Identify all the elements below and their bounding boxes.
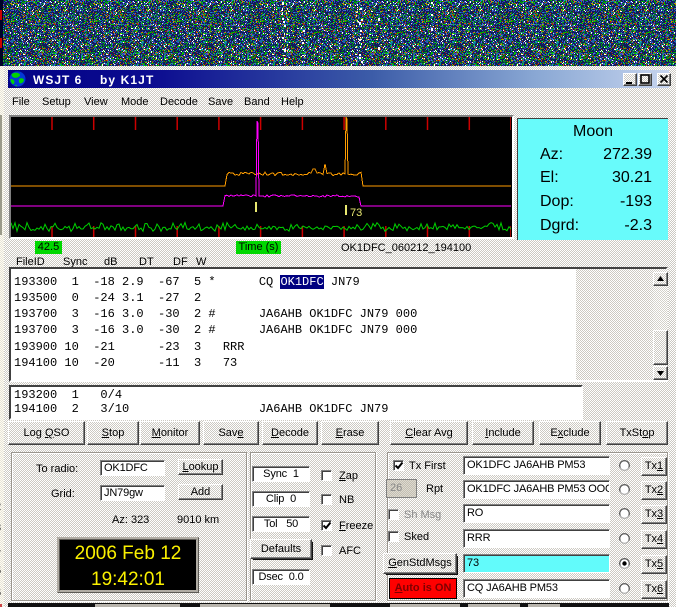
svg-text:73: 73 xyxy=(350,207,362,219)
